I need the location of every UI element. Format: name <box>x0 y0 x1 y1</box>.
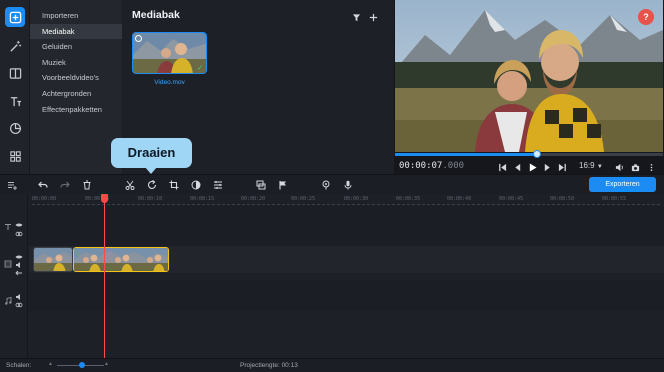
timeline-panel: 00:00:00 00:00:05 00:00:10 00:00:15 00:0… <box>0 194 664 358</box>
seek-progress <box>395 153 538 156</box>
undo-icon[interactable] <box>37 179 49 191</box>
aspect-ratio-value: 16:9 <box>579 161 595 170</box>
media-bin-title: Mediabak <box>132 9 180 21</box>
titles-icon[interactable] <box>5 91 25 111</box>
crop-icon[interactable] <box>168 179 180 191</box>
thumbnail-status-icon <box>135 35 142 42</box>
media-clip-name[interactable]: Video.mov <box>132 79 207 86</box>
stickers-icon[interactable] <box>5 118 25 138</box>
microphone-icon[interactable] <box>342 179 354 191</box>
category-geluiden[interactable]: Geluiden <box>30 39 122 55</box>
ruler-label: 00:00:30 <box>344 196 369 202</box>
video-editor-window: Importeren Mediabak Geluiden Muziek Voor… <box>0 0 664 372</box>
video-track-icon <box>4 255 12 273</box>
overlay-icon[interactable] <box>255 179 267 191</box>
ruler-label: 00:00:55 <box>602 196 627 202</box>
rotate-tooltip: Draaien <box>111 138 192 168</box>
ruler-label: 00:00:45 <box>499 196 524 202</box>
category-voorbeeldvideos[interactable]: Voorbeeldvideo's <box>30 70 122 86</box>
seek-bar[interactable] <box>395 150 663 158</box>
seek-handle[interactable] <box>533 150 542 158</box>
redo-icon[interactable] <box>59 179 71 191</box>
tool-rail <box>0 0 30 174</box>
scale-label: Schalen: <box>6 362 32 369</box>
filter-icon[interactable] <box>352 9 361 27</box>
thumbnail-check-icon: ✓ <box>197 65 203 72</box>
text-track-icon <box>4 218 12 236</box>
preview-player: ? 00:00:07.000 16:9 ▼ <box>394 0 664 174</box>
color-adjust-icon[interactable] <box>190 179 202 191</box>
tooltip-pointer <box>145 167 157 174</box>
timecode-fraction: .000 <box>442 161 465 171</box>
project-length: Projectlengte: 00:13 <box>240 362 298 369</box>
track-headers <box>0 194 28 358</box>
audio-track[interactable] <box>29 280 664 310</box>
category-mediabak[interactable]: Mediabak <box>30 23 122 40</box>
import-categories: Importeren Mediabak Geluiden Muziek Voor… <box>30 0 122 174</box>
video-clip[interactable] <box>33 247 73 272</box>
marker-flag-icon[interactable] <box>277 179 289 191</box>
import-tool-icon[interactable] <box>5 7 25 27</box>
category-effectenpakketten[interactable]: Effectenpakketten <box>30 102 122 118</box>
audio-track-link-icon[interactable] <box>15 296 23 314</box>
media-thumbnail[interactable]: ✓ <box>132 32 207 74</box>
more-tools-icon[interactable] <box>5 146 25 166</box>
ruler-label: 00:00:15 <box>190 196 215 202</box>
selected-video-clip[interactable] <box>73 247 169 272</box>
delete-icon[interactable] <box>81 179 93 191</box>
text-track-link-icon[interactable] <box>15 225 23 243</box>
ruler-label: 00:00:00 <box>32 196 57 202</box>
timecode-main: 00:00:07 <box>399 161 443 171</box>
rotate-icon[interactable] <box>146 179 158 191</box>
clip-properties-icon[interactable] <box>212 179 224 191</box>
animation-icon[interactable] <box>320 179 332 191</box>
project-length-label: Projectlengte: <box>240 362 280 369</box>
zoom-out-icon[interactable]: ▲ <box>48 361 53 367</box>
preview-video-frame[interactable] <box>395 0 663 152</box>
ruler-label: 00:00:35 <box>396 196 421 202</box>
cut-icon[interactable] <box>124 179 136 191</box>
ruler-label: 00:00:25 <box>291 196 316 202</box>
add-track-icon[interactable] <box>6 179 18 191</box>
category-importeren[interactable]: Importeren <box>30 8 122 24</box>
ruler-label: 00:00:10 <box>138 196 163 202</box>
audio-track-icon <box>4 292 12 310</box>
category-muziek[interactable]: Muziek <box>30 55 122 71</box>
ruler-label: 00:00:40 <box>447 196 472 202</box>
magic-wand-icon[interactable] <box>5 36 25 56</box>
add-icon[interactable] <box>369 9 378 27</box>
time-ruler[interactable]: 00:00:00 00:00:05 00:00:10 00:00:15 00:0… <box>29 194 664 206</box>
zoom-slider-handle[interactable] <box>79 362 85 368</box>
transitions-icon[interactable] <box>5 63 25 83</box>
help-button[interactable]: ? <box>638 9 654 25</box>
status-bar: Schalen: ▲ ▲ Projectlengte: 00:13 <box>0 358 664 372</box>
project-length-value: 00:13 <box>281 362 298 369</box>
text-track[interactable] <box>29 206 664 246</box>
ruler-label: 00:00:50 <box>550 196 575 202</box>
ruler-label: 00:00:20 <box>241 196 266 202</box>
ruler-dashes <box>32 204 660 205</box>
chevron-down-icon: ▼ <box>596 164 603 170</box>
playhead-line[interactable] <box>104 194 105 358</box>
media-bin-actions <box>352 9 378 27</box>
zoom-in-icon[interactable]: ▲ <box>104 361 109 367</box>
timecode-display: 00:00:07.000 <box>399 161 464 171</box>
video-track-collapse-icon[interactable] <box>15 264 23 282</box>
category-achtergronden[interactable]: Achtergronden <box>30 86 122 102</box>
edit-toolbar <box>0 174 664 194</box>
aspect-ratio-select[interactable]: 16:9 ▼ <box>579 161 603 170</box>
export-button[interactable]: Exporteren <box>589 177 656 192</box>
